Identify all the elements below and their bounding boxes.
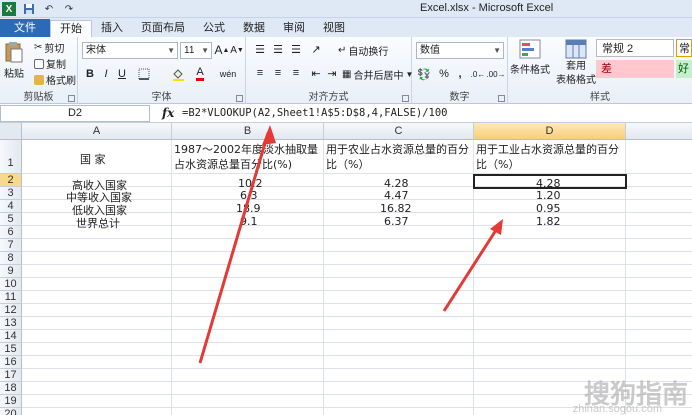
quick-access-toolbar: X ↶ ↷ [2, 1, 76, 17]
clipboard-launcher-icon[interactable] [68, 95, 75, 102]
redo-icon[interactable]: ↷ [62, 2, 76, 16]
ribbon: 粘贴 ✂ 剪切 复制 格式刷 剪贴板 宋体 ▼ 11 ▼ A ▲ A ▼ B I U A … [0, 37, 692, 104]
tab-page-layout[interactable]: 页面布局 [132, 20, 194, 37]
format-painter-button[interactable]: 格式刷 [34, 72, 76, 87]
tab-formulas[interactable]: 公式 [194, 20, 234, 37]
style-bad[interactable]: 差 [596, 60, 674, 78]
chevron-down-icon: ▼ [201, 46, 209, 55]
title-bar: X ↶ ↷ Excel.xlsx - Microsoft Excel [0, 0, 692, 18]
formula-bar: D2 fx =B2*VLOOKUP(A2,Sheet1!A$5:D$8,4,FA… [0, 104, 692, 123]
number-format-select[interactable]: 数值 ▼ [416, 42, 504, 59]
arrow-line-2 [442, 226, 500, 312]
conditional-format-icon [519, 39, 541, 59]
excel-logo-icon: X [2, 2, 16, 16]
tab-review[interactable]: 审阅 [274, 20, 314, 37]
conditional-format-button[interactable]: 条件格式 [510, 39, 550, 76]
alignment-launcher-icon[interactable] [402, 95, 409, 102]
increase-indent-icon[interactable]: ⇥ [324, 65, 340, 81]
orientation-icon[interactable]: ↗ [308, 41, 324, 57]
style-normal[interactable]: 常 [676, 39, 692, 57]
chevron-down-icon: ▼ [167, 46, 175, 55]
tab-insert[interactable]: 插入 [92, 20, 132, 37]
save-icon[interactable] [22, 2, 36, 16]
font-launcher-icon[interactable] [236, 95, 243, 102]
fill-color-button[interactable] [170, 66, 186, 82]
font-color-button[interactable]: A [192, 66, 208, 82]
italic-button[interactable]: I [98, 66, 114, 82]
tab-file[interactable]: 文件 [0, 19, 50, 37]
arrow-head-2 [490, 219, 503, 235]
chevron-down-icon: ▼ [493, 46, 501, 55]
wrap-text-icon: ↵ [338, 45, 347, 56]
format-as-table-button[interactable]: 套用 表格格式 [556, 39, 596, 87]
font-size-select[interactable]: 11 ▼ [180, 42, 212, 59]
number-label: 数字 [449, 92, 470, 103]
borders-button[interactable] [136, 66, 152, 82]
decrease-decimal-icon[interactable]: .00→ [486, 66, 505, 82]
merge-center-button[interactable]: ▦ 合并后居中 ▼ [342, 67, 413, 82]
alignment-group: ☰ ☰ ☰ ↗ ↵ 自动换行 ≡ ≡ ≡ ⇤ ⇥ ▦ 合并后居中 ▼ 对齐方式 [246, 37, 413, 104]
percent-button[interactable]: % [436, 66, 452, 82]
worksheet-grid: A B C D 1 2 3 4 5 6 7 8 9 10 11 12 13 14 15 16 17 18 19 20 … [0, 123, 692, 415]
font-label: 字体 [151, 92, 172, 103]
tab-home[interactable]: 开始 [50, 20, 92, 37]
align-left-icon[interactable]: ≡ [252, 65, 268, 81]
wrap-text-button[interactable]: ↵ 自动换行 [338, 43, 388, 58]
underline-button[interactable]: U [114, 66, 130, 82]
alignment-label: 对齐方式 [308, 92, 349, 103]
fx-icon[interactable]: fx [162, 106, 174, 120]
merge-icon: ▦ [342, 69, 352, 80]
align-top-icon[interactable]: ☰ [252, 41, 268, 57]
paste-icon [5, 42, 23, 63]
copy-button[interactable]: 复制 [34, 56, 66, 71]
phonetic-icon[interactable]: wén [220, 66, 237, 82]
font-name-select[interactable]: 宋体 ▼ [82, 42, 178, 59]
grow-font-button[interactable]: A ▲ [214, 42, 230, 58]
name-box[interactable]: D2 [0, 105, 150, 122]
tab-view[interactable]: 视图 [314, 20, 354, 37]
scissors-icon: ✂ [34, 42, 43, 53]
currency-icon[interactable]: 💱 [416, 66, 432, 82]
watermark-url: zhinan.sogou.com [572, 403, 662, 415]
borders-icon [138, 68, 150, 80]
decrease-indent-icon[interactable]: ⇤ [308, 65, 324, 81]
number-launcher-icon[interactable] [498, 95, 505, 102]
formula-input[interactable]: =B2*VLOOKUP(A2,Sheet1!A$5:D$8,4,FALSE)/1… [182, 107, 448, 119]
window-title: Excel.xlsx - Microsoft Excel [420, 2, 554, 14]
styles-label: 样式 [590, 92, 610, 103]
paste-button[interactable]: 粘贴 [4, 41, 24, 80]
font-group: 宋体 ▼ 11 ▼ A ▲ A ▼ B I U A wén 字体 [78, 37, 246, 104]
align-bottom-icon[interactable]: ☰ [288, 41, 304, 57]
font-color-icon: A [196, 67, 204, 81]
style-normal-2[interactable]: 常规 2 [596, 39, 674, 57]
align-center-icon[interactable]: ≡ [270, 65, 286, 81]
fill-bucket-icon [172, 68, 184, 81]
arrow-line-1 [198, 132, 270, 364]
clipboard-group: 粘贴 ✂ 剪切 复制 格式刷 剪贴板 [0, 37, 78, 104]
bold-button[interactable]: B [82, 66, 98, 82]
undo-icon[interactable]: ↶ [42, 2, 56, 16]
align-middle-icon[interactable]: ☰ [270, 41, 286, 57]
cut-button[interactable]: ✂ 剪切 [34, 40, 64, 55]
ribbon-tabs: 文件 开始 插入 页面布局 公式 数据 审阅 视图 [0, 18, 692, 37]
comma-button[interactable]: , [452, 66, 468, 82]
increase-decimal-icon[interactable]: .0← [470, 66, 486, 82]
arrow-head-1 [262, 125, 276, 145]
format-painter-icon [34, 74, 44, 85]
tab-data[interactable]: 数据 [234, 20, 274, 37]
align-right-icon[interactable]: ≡ [288, 65, 304, 81]
shrink-font-button[interactable]: A ▼ [229, 42, 245, 58]
table-format-icon [565, 39, 587, 59]
clipboard-label: 剪贴板 [23, 92, 54, 103]
styles-group: 条件格式 套用 表格格式 常规 2 差 常 好 样式 [508, 37, 692, 104]
style-good[interactable]: 好 [676, 60, 692, 78]
number-group: 数值 ▼ 💱 % , .0← .00→ 数字 [412, 37, 508, 104]
copy-icon [34, 58, 44, 69]
annotation-arrows [198, 125, 503, 364]
